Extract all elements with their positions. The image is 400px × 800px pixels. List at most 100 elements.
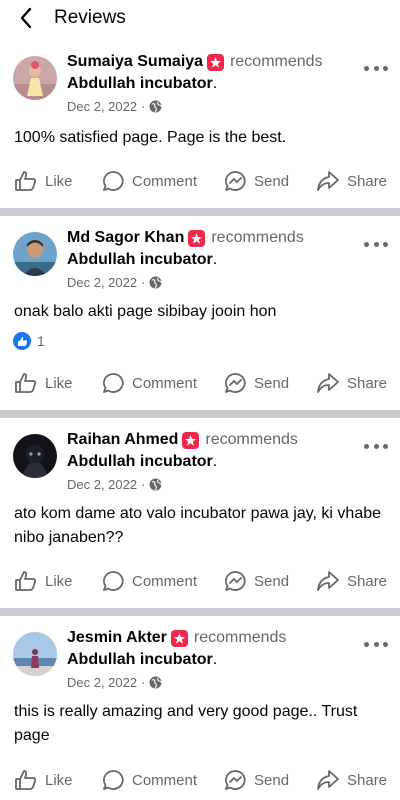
more-options-button[interactable] — [364, 438, 388, 454]
comment-label: Comment — [132, 572, 198, 590]
page-title: Reviews — [54, 7, 126, 28]
like-button[interactable]: Like — [14, 765, 73, 795]
send-label: Send — [254, 572, 290, 590]
reviewer-name[interactable]: Sumaiya Sumaiya — [67, 53, 203, 71]
back-arrow-icon[interactable] — [14, 6, 38, 30]
action-bar: Like Comment Send Share — [0, 566, 400, 596]
post-separator — [0, 608, 400, 616]
send-icon — [225, 769, 246, 790]
send-button[interactable]: Send — [224, 166, 289, 196]
reviewer-line: Jesmin Akter recommends — [67, 629, 286, 647]
comment-button[interactable]: Comment — [102, 566, 197, 596]
share-button[interactable]: Share — [316, 566, 387, 596]
more-options-button[interactable] — [364, 636, 388, 652]
recommends-label: recommends — [205, 431, 298, 448]
post-meta: Dec 2, 2022 · — [67, 477, 163, 492]
review-text: 100% satisfied page. Page is the best. — [14, 129, 287, 146]
top-bar: Reviews — [0, 0, 400, 40]
review-post: Raihan Ahmed recommends Abdullah incubat… — [0, 418, 400, 608]
reviewer-name[interactable]: Md Sagor Khan — [67, 229, 184, 247]
like-button[interactable]: Like — [14, 166, 73, 196]
page-name-line: Abdullah incubator. — [67, 651, 218, 668]
post-date[interactable]: Dec 2, 2022 — [67, 275, 137, 290]
reviewer-name[interactable]: Raihan Ahmed — [67, 431, 178, 449]
like-button[interactable]: Like — [14, 368, 73, 398]
page-name-link[interactable]: Abdullah incubator — [67, 251, 213, 268]
like-label: Like — [45, 572, 73, 590]
more-options-button[interactable] — [364, 236, 388, 252]
send-button[interactable]: Send — [224, 566, 289, 596]
review-post: Jesmin Akter recommends Abdullah incubat… — [0, 616, 400, 800]
send-label: Send — [254, 771, 290, 789]
send-button[interactable]: Send — [224, 368, 289, 398]
share-icon — [317, 373, 339, 393]
like-icon — [15, 571, 37, 591]
post-meta: Dec 2, 2022 · — [67, 275, 163, 290]
share-icon — [317, 571, 339, 591]
avatar[interactable] — [13, 56, 57, 100]
comment-icon — [103, 769, 124, 790]
post-date[interactable]: Dec 2, 2022 — [67, 477, 137, 492]
reviewer-name[interactable]: Jesmin Akter — [67, 629, 167, 647]
post-meta: Dec 2, 2022 · — [67, 99, 163, 114]
comment-icon — [103, 570, 124, 591]
avatar[interactable] — [13, 434, 57, 478]
reviewer-line: Sumaiya Sumaiya recommends — [67, 53, 323, 71]
share-icon — [317, 171, 339, 191]
like-button[interactable]: Like — [14, 566, 73, 596]
comment-label: Comment — [132, 771, 198, 789]
review-text: onak balo akti page sibibay jooin hon — [14, 303, 277, 320]
avatar[interactable] — [13, 632, 57, 676]
more-icon — [364, 641, 369, 647]
more-icon — [364, 443, 369, 449]
comment-label: Comment — [132, 172, 198, 190]
send-icon — [225, 170, 246, 191]
review-text: this is really amazing and very good pag… — [14, 703, 358, 744]
post-date[interactable]: Dec 2, 2022 — [67, 99, 137, 114]
recommends-label: recommends — [211, 229, 304, 246]
send-label: Send — [254, 172, 290, 190]
action-bar: Like Comment Send Share — [0, 765, 400, 795]
post-separator — [0, 208, 400, 216]
comment-label: Comment — [132, 374, 198, 392]
page-name-link[interactable]: Abdullah incubator — [67, 453, 213, 470]
share-label: Share — [347, 374, 388, 392]
reviewer-line: Raihan Ahmed recommends — [67, 431, 298, 449]
share-label: Share — [347, 172, 388, 190]
review-post: Md Sagor Khan recommends Abdullah incuba… — [0, 216, 400, 410]
send-icon — [225, 570, 246, 591]
comment-button[interactable]: Comment — [102, 368, 197, 398]
page-name-link[interactable]: Abdullah incubator — [67, 75, 213, 92]
comment-button[interactable]: Comment — [102, 166, 197, 196]
post-date[interactable]: Dec 2, 2022 — [67, 675, 137, 690]
recommends-label: recommends — [193, 629, 287, 646]
globe-icon — [149, 276, 163, 289]
share-button[interactable]: Share — [316, 368, 387, 398]
globe-icon — [149, 478, 163, 491]
more-options-button[interactable] — [364, 60, 388, 76]
reviewer-line: Md Sagor Khan recommends — [67, 229, 304, 247]
comment-button[interactable]: Comment — [102, 765, 197, 795]
page-name-line: Abdullah incubator. — [67, 251, 218, 268]
like-label: Like — [45, 771, 73, 789]
avatar[interactable] — [13, 232, 57, 276]
globe-icon — [149, 100, 163, 113]
more-icon — [364, 65, 369, 71]
share-button[interactable]: Share — [316, 765, 387, 795]
recommends-label: recommends — [230, 53, 323, 70]
page-name-link[interactable]: Abdullah incubator — [67, 651, 213, 668]
action-bar: Like Comment Send Share — [0, 368, 400, 398]
post-meta: Dec 2, 2022 · — [67, 675, 163, 690]
recommend-badge-icon — [182, 431, 200, 449]
send-icon — [225, 372, 246, 393]
comment-icon — [103, 170, 124, 191]
review-post: Sumaiya Sumaiya recommends Abdullah incu… — [0, 40, 400, 208]
globe-icon — [149, 676, 163, 689]
send-button[interactable]: Send — [224, 765, 289, 795]
like-reaction-icon — [13, 332, 31, 350]
share-button[interactable]: Share — [316, 166, 387, 196]
reaction-summary[interactable]: 1 — [13, 332, 45, 350]
review-text: ato kom dame ato valo incubator pawa jay… — [14, 505, 382, 546]
like-label: Like — [45, 374, 73, 392]
like-label: Like — [45, 172, 73, 190]
